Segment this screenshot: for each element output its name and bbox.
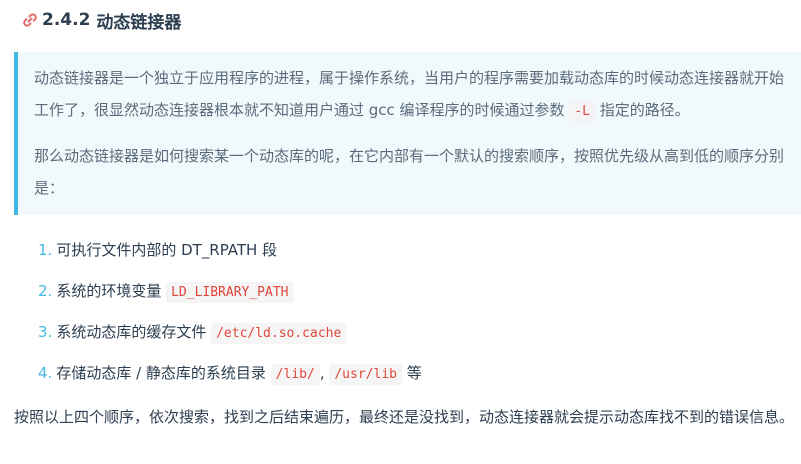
list-number: 4. (38, 364, 53, 382)
section-title: 动态链接器 (96, 12, 182, 33)
inline-code-usr-lib: /usr/lib (329, 364, 402, 385)
inline-code-ld-library-path: LD_LIBRARY_PATH (166, 282, 294, 303)
inline-code-L-flag: -L (569, 101, 595, 122)
closing-paragraph: 按照以上四个顺序，依次搜索，找到之后结束遍历，最终还是没找到，动态连接器就会提示… (14, 408, 795, 426)
link-icon[interactable] (20, 10, 40, 30)
inline-code-ld-so-cache: /etc/ld.so.cache (211, 323, 347, 344)
list-number: 2. (38, 282, 53, 300)
list-item: 1. 可执行文件内部的 DT_RPATH 段 (38, 241, 278, 259)
list-item: 3. 系统动态库的缓存文件 /etc/ld.so.cache (38, 314, 422, 355)
inline-code-lib: /lib/ (270, 364, 320, 385)
quote-paragraph-1: 动态链接器是一个独立于应用程序的进程，属于操作系统，当用户的程序需要加载动态库的… (34, 62, 787, 128)
blockquote: 动态链接器是一个独立于应用程序的进程，属于操作系统，当用户的程序需要加载动态库的… (14, 52, 801, 215)
list-item: 4. 存储动态库 / 静态库的系统目录 /lib/, /usr/lib 等 (38, 355, 422, 396)
search-order-list: 1. 可执行文件内部的 DT_RPATH 段 2. 系统的环境变量 LD_LIBRA… (38, 232, 422, 396)
section-heading: 2.4.2 动态链接器 (20, 6, 181, 34)
list-item: 2. 系统的环境变量 LD_LIBRARY_PATH (38, 273, 422, 314)
list-number: 3. (38, 323, 53, 341)
quote-paragraph-2: 那么动态链接器是如何搜索某一个动态库的呢，在它内部有一个默认的搜索顺序，按照优先… (34, 147, 785, 197)
list-number: 1. (38, 241, 53, 259)
section-number: 2.4.2 (42, 10, 91, 30)
